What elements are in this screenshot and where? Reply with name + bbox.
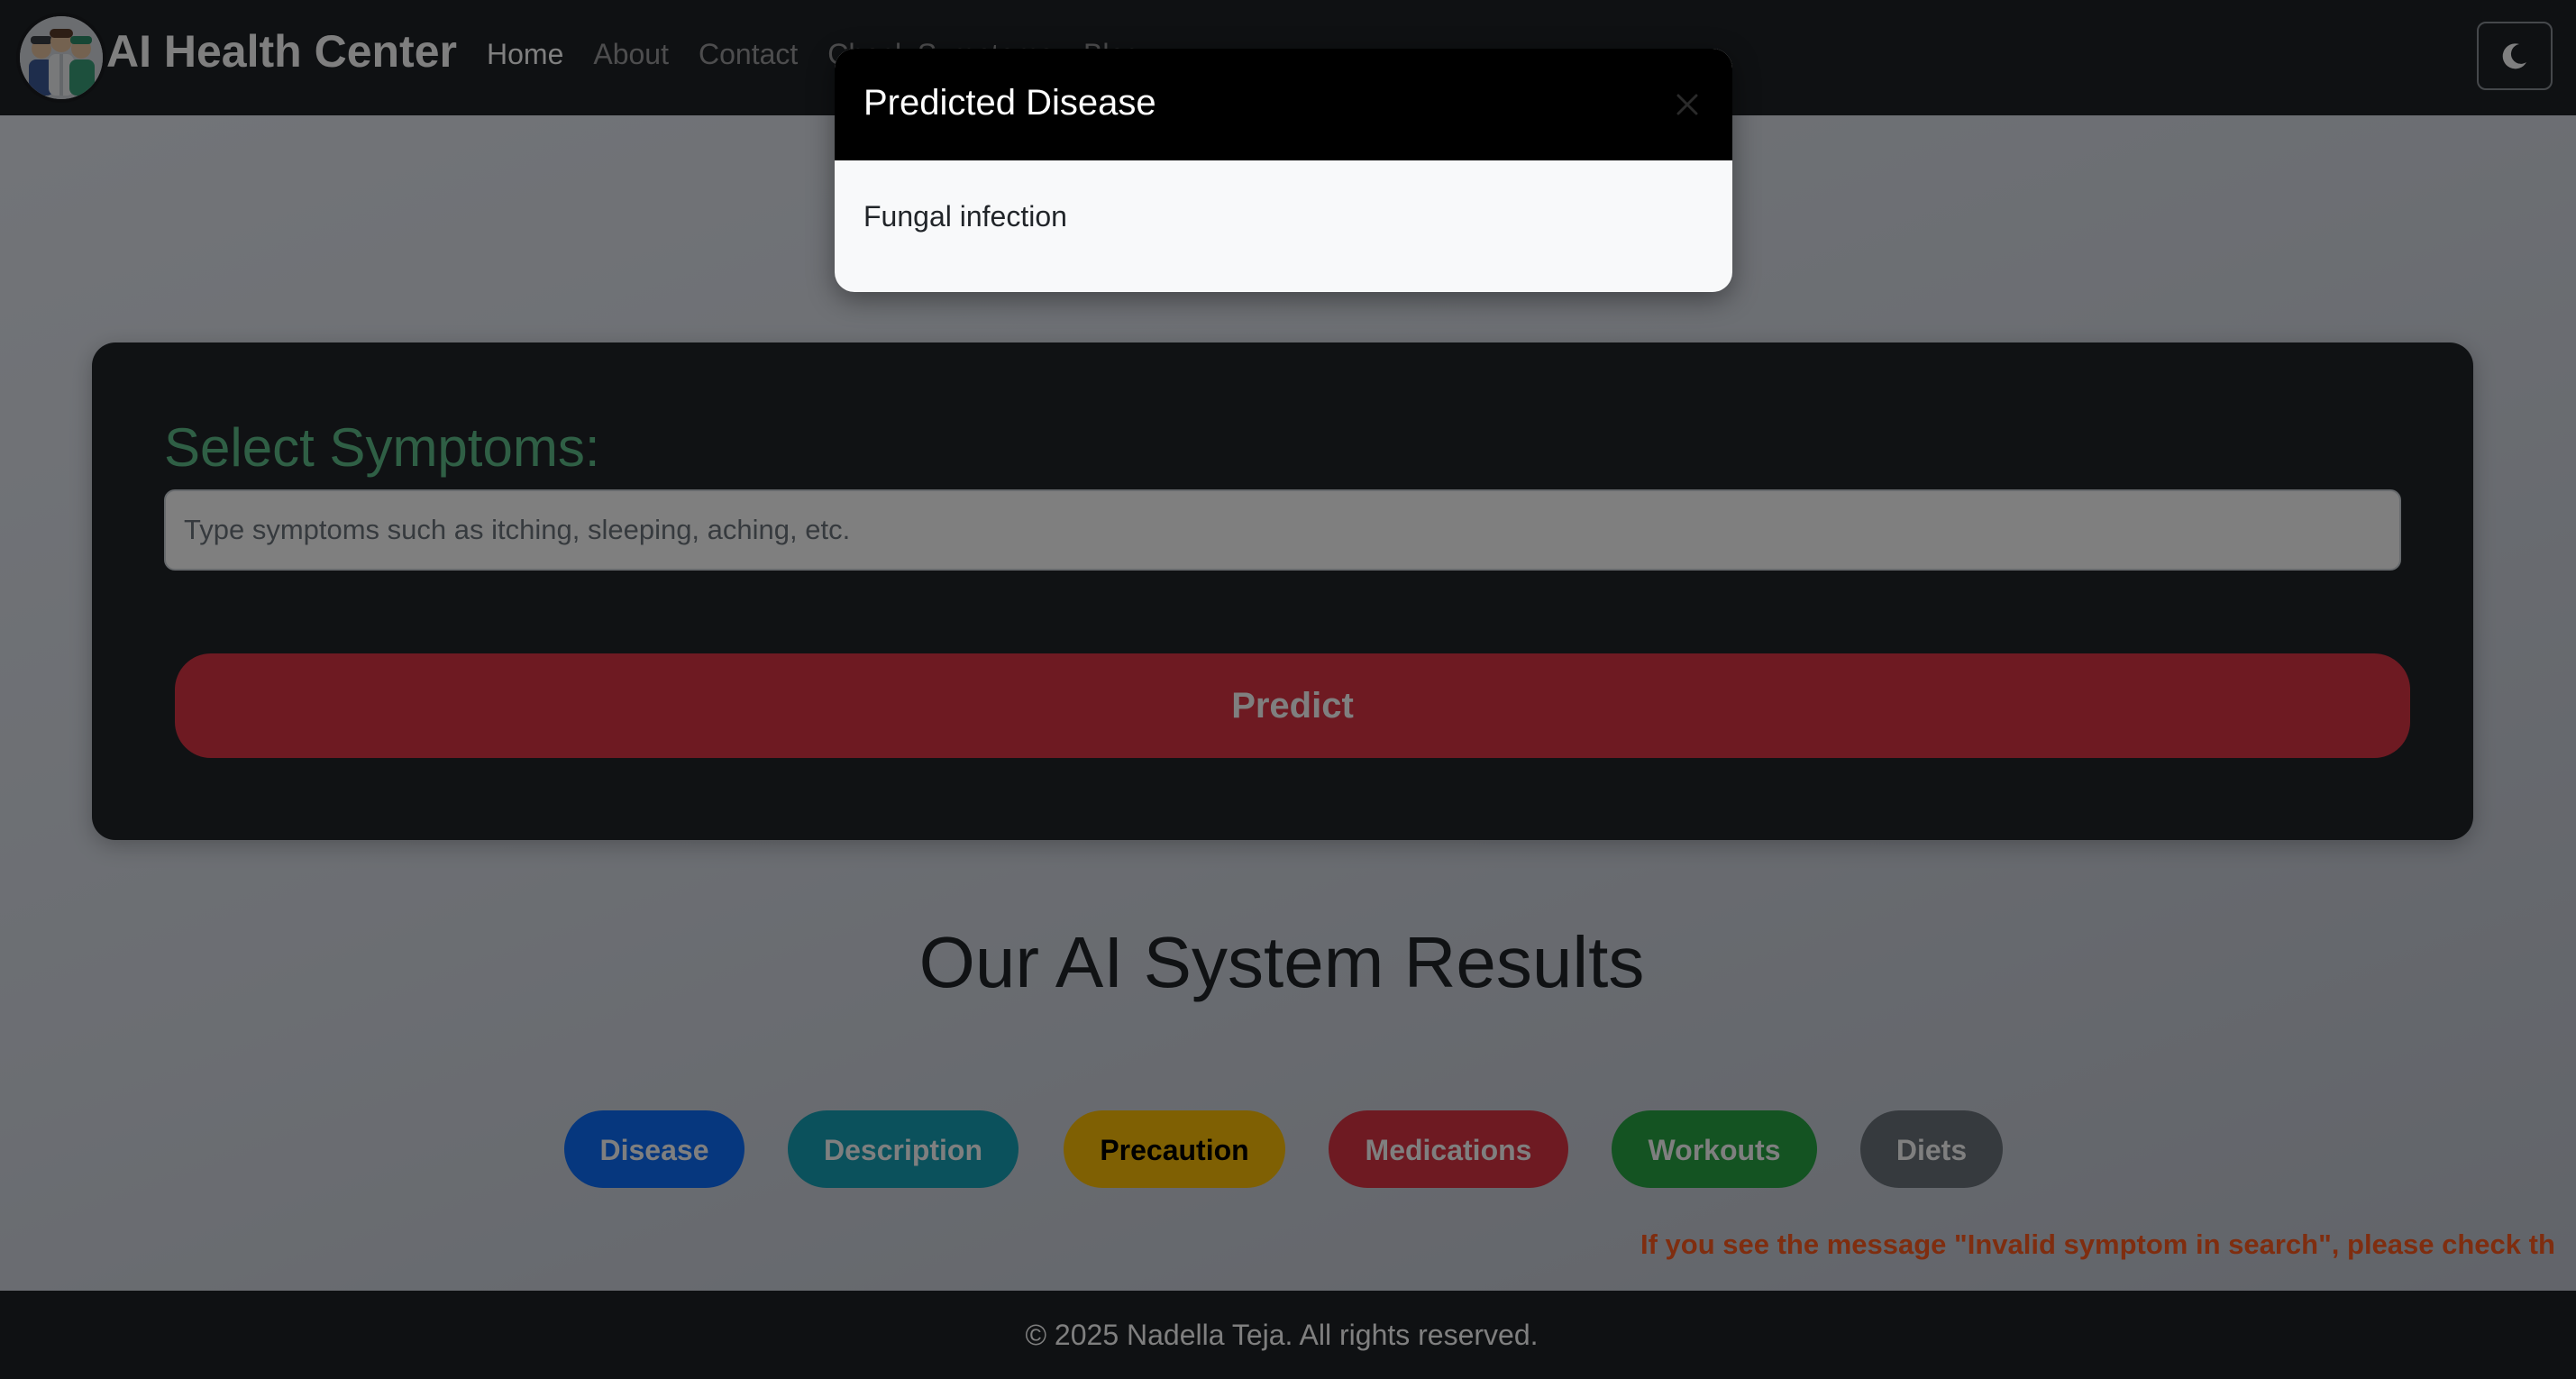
close-button[interactable] [1669, 87, 1705, 123]
predicted-disease-modal: Predicted Disease Fungal infection [835, 49, 1732, 292]
modal-header: Predicted Disease [835, 49, 1732, 160]
modal-title: Predicted Disease [863, 83, 1156, 123]
predicted-disease-text: Fungal infection [863, 200, 1067, 233]
close-icon [1676, 94, 1698, 115]
